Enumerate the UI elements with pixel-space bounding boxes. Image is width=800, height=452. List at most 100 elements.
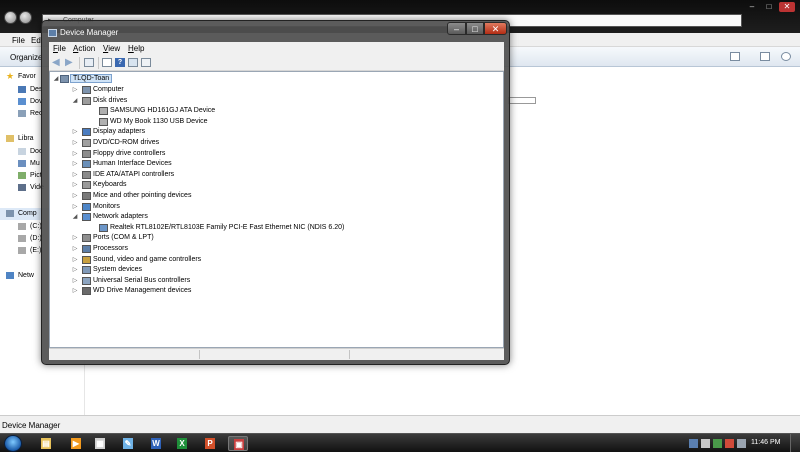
help-icon[interactable]: ? <box>115 58 125 67</box>
expand-icon[interactable]: ▷ <box>71 256 79 264</box>
organize-button[interactable]: Organize <box>10 53 42 62</box>
nav-item-libraries[interactable]: Libra <box>6 134 34 144</box>
start-button[interactable] <box>4 435 22 452</box>
explorer-minimize-button[interactable]: – <box>744 2 760 12</box>
device-category[interactable]: ▷ Display adapters <box>73 127 145 137</box>
device-category[interactable]: ▷ Monitors <box>73 202 120 212</box>
expand-icon[interactable]: ▷ <box>71 203 79 211</box>
properties-icon[interactable] <box>102 58 112 67</box>
menu-file[interactable]: File <box>53 44 66 53</box>
scan-hardware-changes-icon[interactable] <box>141 58 151 67</box>
device-icon <box>82 202 91 211</box>
device-category[interactable]: ▷ System devices <box>73 265 142 275</box>
help-icon[interactable] <box>781 52 791 61</box>
update-driver-icon[interactable] <box>128 58 138 67</box>
device-category[interactable]: ▷ Universal Serial Bus controllers <box>73 276 190 286</box>
device-category[interactable]: ▷ Human Interface Devices <box>73 159 172 169</box>
nav-item-network[interactable]: Netw <box>6 271 34 281</box>
device-category[interactable]: ◢ Disk drives <box>73 96 127 106</box>
expand-icon[interactable]: ▷ <box>71 150 79 158</box>
taskbar-app-media-player[interactable]: ▶ <box>66 436 86 451</box>
back-arrow-icon[interactable]: ◀ <box>52 58 62 68</box>
device-icon <box>82 181 91 190</box>
device-category[interactable]: ▷ Ports (COM & LPT) <box>73 233 154 243</box>
expand-icon[interactable]: ▷ <box>71 192 79 200</box>
device-category[interactable]: ▷ Floppy drive controllers <box>73 149 165 159</box>
taskbar-app-movie-maker[interactable]: ▦ <box>90 436 110 451</box>
device-manager-icon: ▣ <box>234 439 244 450</box>
device-item[interactable]: SAMSUNG HD161GJ ATA Device <box>99 106 215 116</box>
back-icon[interactable] <box>4 11 17 24</box>
device-category[interactable]: ▷ IDE ATA/ATAPI controllers <box>73 170 174 180</box>
taskbar-app-powerpoint[interactable]: P <box>200 436 220 451</box>
nav-item-favorites[interactable]: ★ Favor <box>6 71 36 82</box>
device-category[interactable]: ▷ Keyboards <box>73 180 126 190</box>
menu-action[interactable]: Action <box>73 44 95 53</box>
nav-item-computer[interactable]: Comp <box>6 209 37 219</box>
expand-icon[interactable]: ▷ <box>71 287 79 295</box>
explorer-close-button[interactable]: ✕ <box>779 2 795 12</box>
device-label: Sound, video and game controllers <box>93 255 202 263</box>
expand-icon[interactable]: ▷ <box>71 86 79 94</box>
menu-file[interactable]: File <box>12 36 25 45</box>
device-icon <box>82 234 91 243</box>
device-label: WD My Book 1130 USB Device <box>110 117 208 125</box>
maximize-button[interactable]: □ <box>466 22 484 35</box>
device-item[interactable]: WD My Book 1130 USB Device <box>99 117 208 127</box>
network-tray-icon[interactable] <box>689 439 698 448</box>
minimize-button[interactable]: – <box>447 22 466 35</box>
usb-tray-icon[interactable] <box>713 439 722 448</box>
nav-item-pictures[interactable]: Pict <box>18 171 42 181</box>
show-hide-console-tree-icon[interactable] <box>84 58 94 67</box>
device-category[interactable]: ▷ Computer <box>73 85 124 95</box>
expand-icon[interactable]: ▷ <box>71 139 79 147</box>
collapse-icon[interactable]: ◢ <box>52 75 60 83</box>
show-desktop-button[interactable] <box>790 434 800 452</box>
change-view-icon[interactable] <box>730 52 740 61</box>
collapse-icon[interactable]: ◢ <box>71 97 79 105</box>
device-category[interactable]: ▷ Sound, video and game controllers <box>73 255 202 265</box>
forward-icon[interactable] <box>19 11 32 24</box>
tree-root[interactable]: ◢ TLQD-Toan <box>54 74 113 84</box>
preview-pane-icon[interactable] <box>760 52 770 61</box>
expand-icon[interactable]: ▷ <box>71 171 79 179</box>
taskbar-app-paint[interactable]: ✎ <box>118 436 138 451</box>
taskbar-app-excel[interactable]: X <box>172 436 192 451</box>
device-category[interactable]: ▷ WD Drive Management devices <box>73 286 191 296</box>
device-category[interactable]: ◢ Network adapters <box>73 212 148 222</box>
drive-icon <box>18 223 26 230</box>
word-icon: W <box>151 438 161 449</box>
expand-icon[interactable]: ▷ <box>71 160 79 168</box>
menu-help[interactable]: Help <box>128 44 144 53</box>
explorer-maximize-button[interactable]: □ <box>761 2 777 12</box>
close-button[interactable]: ✕ <box>484 22 507 35</box>
windows-explorer-icon: ▤ <box>41 438 51 449</box>
antivirus-tray-icon[interactable] <box>725 439 734 448</box>
forward-arrow-icon[interactable]: ▶ <box>65 58 75 68</box>
volume-icon[interactable] <box>737 439 746 448</box>
nav-item-music[interactable]: Mu <box>18 159 40 169</box>
device-manager-window: Device Manager – □ ✕ File Action View He… <box>41 20 510 365</box>
taskbar-app-device-manager[interactable]: ▣ <box>228 436 248 451</box>
expand-icon[interactable]: ▷ <box>71 277 79 285</box>
device-category[interactable]: ▷ Mice and other pointing devices <box>73 191 191 201</box>
expand-icon[interactable]: ▷ <box>71 181 79 189</box>
expand-icon[interactable]: ▷ <box>71 128 79 136</box>
action-center-icon[interactable] <box>701 439 710 448</box>
taskbar-app-word[interactable]: W <box>146 436 166 451</box>
window-title: Device Manager <box>60 28 119 37</box>
expand-icon[interactable]: ▷ <box>71 234 79 242</box>
collapse-icon[interactable]: ◢ <box>71 213 79 221</box>
device-item[interactable]: Realtek RTL8102E/RTL8103E Family PCI-E F… <box>99 223 344 233</box>
taskbar-app-windows-explorer[interactable]: ▤ <box>36 436 56 451</box>
device-category[interactable]: ▷ Processors <box>73 244 128 254</box>
device-category[interactable]: ▷ DVD/CD-ROM drives <box>73 138 159 148</box>
clock[interactable]: 11:46 PM <box>751 439 780 446</box>
menu-view[interactable]: View <box>103 44 120 53</box>
nav-item-drive-c[interactable]: (C:) <box>18 222 42 232</box>
nav-item-drive-d[interactable]: (D:) <box>18 234 42 244</box>
expand-icon[interactable]: ▷ <box>71 245 79 253</box>
expand-icon[interactable]: ▷ <box>71 266 79 274</box>
nav-item-drive-e[interactable]: (E:) <box>18 246 41 256</box>
device-tree[interactable]: ◢ TLQD-Toan ▷ Computer ◢ Disk drives SAMSUNG… <box>49 71 504 348</box>
